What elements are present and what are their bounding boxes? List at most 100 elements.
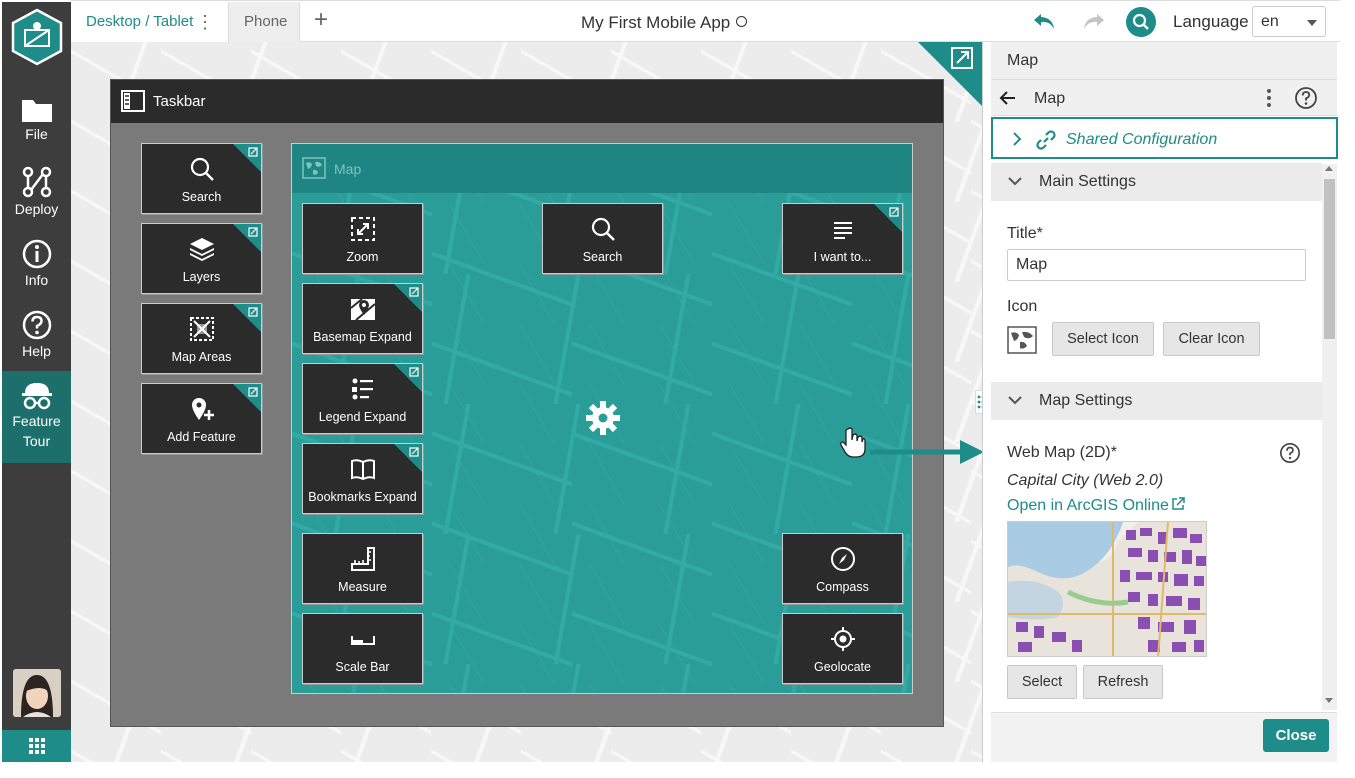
external-link-icon <box>394 284 422 312</box>
open-in-arcgis-link[interactable]: Open in ArcGIS Online <box>1007 497 1185 515</box>
rail-deploy-button[interactable]: Deploy <box>2 165 71 225</box>
tile-label: Layers <box>182 270 221 284</box>
tab-phone[interactable]: Phone <box>229 2 300 42</box>
unsaved-indicator-icon <box>736 16 748 27</box>
web-map-label: Web Map (2D)* <box>1007 444 1117 461</box>
menu-lines-icon <box>833 222 852 239</box>
redo-icon <box>1084 14 1104 29</box>
main-settings-header[interactable]: Main Settings <box>991 163 1322 201</box>
left-rail: File Deploy Info Help Feature Tour <box>2 2 71 762</box>
tile-label: Zoom <box>346 250 379 264</box>
rail-deploy-label: Deploy <box>14 201 59 217</box>
rail-info-label: Info <box>24 272 49 288</box>
panel-scrollbar-thumb[interactable] <box>1324 179 1335 339</box>
link-icon <box>1036 130 1056 150</box>
tab-more-icon[interactable]: ⋮ <box>196 2 214 42</box>
close-button[interactable]: Close <box>1263 719 1329 752</box>
undo-button[interactable] <box>1032 11 1056 38</box>
top-bar: Desktop / Tablet ⋮ Phone + My First Mobi… <box>71 0 1340 42</box>
search-icon <box>190 157 214 181</box>
title-input[interactable]: Map <box>1007 249 1306 281</box>
legend-icon <box>351 378 373 400</box>
taskbar-title: Taskbar <box>153 93 206 110</box>
map-tile-compass[interactable]: Compass <box>782 533 903 604</box>
redo-button[interactable] <box>1082 11 1106 38</box>
rail-file-label: File <box>25 126 48 142</box>
global-search-button[interactable] <box>1126 7 1156 37</box>
select-web-map-button[interactable]: Select <box>1007 665 1077 699</box>
external-link-icon <box>394 444 422 472</box>
chevron-right-icon <box>1013 132 1022 146</box>
map-widget[interactable]: Map Zoom Basemap Expand Legend Expand Bo… <box>291 143 913 694</box>
tile-label: Search <box>181 190 222 204</box>
app-launcher-button[interactable] <box>2 730 71 762</box>
taskbar-tile-add-feature[interactable]: Add Feature <box>141 383 262 454</box>
map-settings-header[interactable]: Map Settings <box>991 382 1322 420</box>
more-options-icon[interactable] <box>1266 88 1272 108</box>
external-link-icon <box>233 144 261 172</box>
compass-icon <box>830 547 855 571</box>
info-icon <box>22 239 51 269</box>
hand-cursor-icon <box>840 427 866 458</box>
scroll-up-icon[interactable] <box>1325 166 1333 171</box>
select-icon-button[interactable]: Select Icon <box>1052 322 1154 356</box>
tab-phone-label: Phone <box>244 13 288 30</box>
app-logo-icon[interactable] <box>10 8 64 66</box>
back-arrow-icon[interactable] <box>999 89 1017 107</box>
map-tile-legend-expand[interactable]: Legend Expand <box>302 363 423 434</box>
shared-configuration-row[interactable]: Shared Configuration <box>991 117 1338 159</box>
map-tile-search[interactable]: Search <box>542 203 663 274</box>
rail-help-label: Help <box>22 343 51 359</box>
language-select[interactable]: en <box>1252 6 1326 37</box>
tab-desktop-tablet[interactable]: Desktop / Tablet ⋮ <box>71 2 229 42</box>
shared-configuration-label: Shared Configuration <box>1066 131 1218 148</box>
map-tile-basemap-expand[interactable]: Basemap Expand <box>302 283 423 354</box>
map-tile-bookmarks-expand[interactable]: Bookmarks Expand <box>302 443 423 514</box>
refresh-web-map-button[interactable]: Refresh <box>1083 665 1163 699</box>
device-preview: Taskbar Search Layers Map Areas Add Feat… <box>110 79 944 727</box>
map-tile-zoom[interactable]: Zoom <box>302 203 423 274</box>
rail-info-button[interactable]: Info <box>2 238 71 296</box>
app-title: My First Mobile App <box>581 13 748 33</box>
tile-label: Scale Bar <box>335 660 390 674</box>
chevron-down-icon <box>1307 20 1317 26</box>
taskbar-tile-search[interactable]: Search <box>141 143 262 214</box>
map-tile-i-want-to[interactable]: I want to... <box>782 203 903 274</box>
feature-tour-icon <box>21 383 52 410</box>
rail-file-button[interactable]: File <box>2 96 71 154</box>
help-icon[interactable] <box>1279 442 1301 464</box>
measure-icon <box>350 547 375 571</box>
tile-label: Basemap Expand <box>313 330 412 344</box>
bookmarks-icon <box>350 459 375 481</box>
tile-label: Add Feature <box>167 430 236 444</box>
scroll-down-icon[interactable] <box>1325 698 1333 703</box>
undo-icon <box>1034 14 1054 29</box>
map-settings-label: Map Settings <box>1039 392 1133 409</box>
taskbar-tile-layers[interactable]: Layers <box>141 223 262 294</box>
map-widget-header: Map <box>292 144 912 193</box>
title-field-label: Title* <box>1007 225 1043 242</box>
taskbar-tile-map-areas[interactable]: Map Areas <box>141 303 262 374</box>
panel-nav-bar: Map <box>991 80 1337 116</box>
add-tab-button[interactable]: + <box>309 8 333 33</box>
user-avatar[interactable] <box>13 669 61 717</box>
scale-bar-icon <box>350 636 375 645</box>
clear-icon-button[interactable]: Clear Icon <box>1163 322 1260 356</box>
map-tile-scale-bar[interactable]: Scale Bar <box>302 613 423 684</box>
map-tile-geolocate[interactable]: Geolocate <box>782 613 903 684</box>
settings-panel: Map Map Shared Configuration Main Settin… <box>982 42 1340 762</box>
grid-icon <box>28 738 45 754</box>
rail-feature-tour-button[interactable]: Feature Tour <box>2 371 71 463</box>
web-map-thumbnail <box>1007 521 1207 657</box>
panel-nav-title: Map <box>1034 90 1066 107</box>
gear-icon[interactable] <box>585 400 621 436</box>
taskbar-header[interactable]: Taskbar <box>111 80 943 123</box>
help-icon[interactable] <box>1294 86 1318 110</box>
map-tile-measure[interactable]: Measure <box>302 533 423 604</box>
tile-label: Geolocate <box>814 660 871 674</box>
tile-label: Compass <box>816 580 869 594</box>
panel-header: Map <box>991 42 1337 80</box>
geolocate-icon <box>830 627 855 651</box>
language-label: Language <box>1173 12 1249 31</box>
rail-help-button[interactable]: Help <box>2 309 71 367</box>
